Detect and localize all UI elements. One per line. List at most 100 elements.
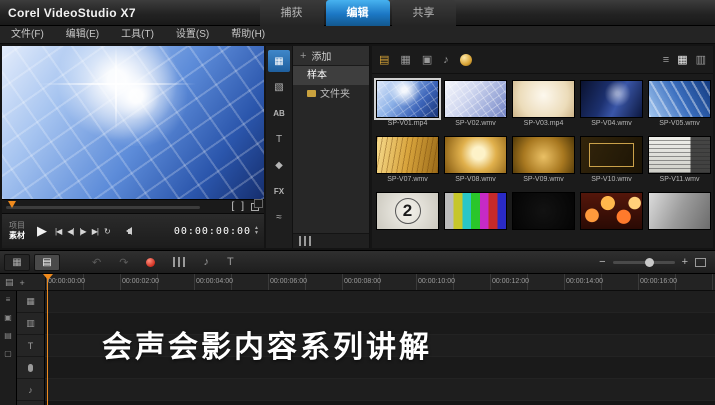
zoom-slider[interactable] <box>612 257 675 267</box>
nav-item-folder[interactable]: 文件夹 <box>293 85 369 104</box>
thumbnail-item[interactable]: SP-V01.mp4 <box>374 78 441 136</box>
zoom-slider-thumb[interactable] <box>644 257 654 267</box>
menu-help[interactable]: 帮助(H) <box>220 26 276 44</box>
home-button[interactable]: |◀ <box>55 227 62 236</box>
track-manager-icon[interactable]: ▤ <box>5 277 14 288</box>
mode-clip-button[interactable]: 素材 <box>9 231 25 241</box>
timecode-down-icon[interactable]: ▼ <box>254 231 259 236</box>
list-view-icon[interactable]: ≡ <box>663 54 669 66</box>
thumbnail-item[interactable] <box>512 192 575 248</box>
subtitle-editor-icon[interactable]: T <box>227 256 234 268</box>
undo-icon[interactable]: ↶ <box>92 256 101 269</box>
video-thumbnail[interactable] <box>374 78 441 120</box>
video-thumbnail[interactable] <box>444 80 507 118</box>
thumbnail-item[interactable] <box>444 192 507 248</box>
video-track-header[interactable]: ▦ <box>17 291 44 313</box>
photo-filter-icon[interactable]: ▣ <box>422 53 432 66</box>
scrubber-playhead[interactable] <box>8 201 16 208</box>
media-library-icon[interactable]: ▦ <box>268 50 290 72</box>
video-thumbnail[interactable] <box>580 80 643 118</box>
storyboard-view-button[interactable]: ▦ <box>4 253 30 271</box>
video-filter-icon[interactable]: ▦ <box>400 53 410 66</box>
title-icon[interactable]: T <box>268 128 290 150</box>
transition-icon[interactable]: AB <box>268 102 290 124</box>
all-media-filter-icon[interactable]: ▤ <box>379 53 389 66</box>
video-thumbnail[interactable] <box>512 80 575 118</box>
thumbnail-item[interactable]: SP-V08.wmv <box>444 136 507 192</box>
menu-file[interactable]: 文件(F) <box>0 26 55 44</box>
video-thumbnail[interactable] <box>444 192 507 230</box>
video-thumbnail[interactable]: 2 <box>376 192 439 230</box>
menu-settings[interactable]: 设置(S) <box>165 26 220 44</box>
instant-project-icon[interactable]: ▧ <box>268 76 290 98</box>
video-thumbnail[interactable] <box>580 136 643 174</box>
timeline-playhead-line[interactable] <box>47 274 48 405</box>
graphic-icon[interactable]: ◆ <box>268 154 290 176</box>
timeline-ruler[interactable]: ▤ + 00:00:00:00 00:00:02:00 00:00:04:00 … <box>0 274 715 291</box>
play-button[interactable]: ▶ <box>37 223 47 239</box>
rail-menu-icon[interactable]: ≡ <box>6 295 11 304</box>
scrubber-track[interactable] <box>6 206 200 209</box>
title-track-header[interactable]: T <box>17 335 44 357</box>
menu-tools[interactable]: 工具(T) <box>110 26 165 44</box>
nav-item-samples[interactable]: 样本 <box>293 66 369 85</box>
timeline-view-button[interactable]: ▤ <box>34 253 60 271</box>
motion-path-icon[interactable]: ≈ <box>268 206 290 228</box>
add-folder-button[interactable]: + 添加 <box>293 46 369 66</box>
thumbnail-item[interactable]: SP-V02.wmv <box>444 80 507 136</box>
rail-extra-icon[interactable]: ▢ <box>4 349 12 358</box>
detail-view-icon[interactable]: ▥ <box>696 53 706 66</box>
tab-capture[interactable]: 捕获 <box>259 0 324 26</box>
video-thumbnail[interactable] <box>648 192 711 230</box>
voice-track-header[interactable] <box>17 357 44 379</box>
thumbnail-item[interactable]: SP-V05.wmv <box>648 80 711 136</box>
menu-edit[interactable]: 编辑(E) <box>55 26 110 44</box>
thumbnail-item[interactable]: SP-V03.mp4 <box>512 80 575 136</box>
fit-timeline-icon[interactable] <box>695 257 706 267</box>
thumbnail-item[interactable] <box>648 192 711 248</box>
overlay-track-header[interactable]: ▥ <box>17 313 44 335</box>
next-frame-button[interactable]: |▶ <box>79 227 86 236</box>
timeline-playhead-handle[interactable] <box>43 274 53 280</box>
record-capture-icon[interactable] <box>146 257 156 267</box>
repeat-button[interactable]: ↻ <box>104 227 111 236</box>
thumbnail-item[interactable]: SP-V11.wmv <box>648 136 711 192</box>
thumbnail-item[interactable] <box>580 192 643 248</box>
add-track-icon[interactable]: + <box>20 278 25 288</box>
thumbnail-item[interactable]: SP-V07.wmv <box>376 136 439 192</box>
rail-select-icon[interactable]: ▣ <box>4 313 12 322</box>
video-track-row[interactable] <box>45 291 715 313</box>
zoom-out-icon[interactable]: − <box>599 256 605 268</box>
video-thumbnail[interactable] <box>580 192 643 230</box>
timecode-stepper[interactable]: ▲ ▼ <box>254 226 259 236</box>
rail-tracks-icon[interactable]: ▤ <box>4 331 12 340</box>
mark-in-button[interactable]: [ <box>231 200 234 214</box>
video-thumbnail[interactable] <box>376 136 439 174</box>
video-thumbnail[interactable] <box>444 136 507 174</box>
mode-project-button[interactable]: 项目 <box>9 221 25 231</box>
sound-mixer-icon[interactable] <box>173 257 186 267</box>
zoom-in-icon[interactable]: + <box>682 256 688 268</box>
video-thumbnail[interactable] <box>512 136 575 174</box>
options-icon[interactable] <box>299 236 311 246</box>
video-thumbnail[interactable] <box>648 80 711 118</box>
volume-icon[interactable] <box>122 227 132 235</box>
thumbnail-item[interactable]: SP-V10.wmv <box>580 136 643 192</box>
enlarge-preview-icon[interactable] <box>251 199 263 211</box>
grid-view-icon[interactable]: ▦ <box>677 53 687 66</box>
tab-edit[interactable]: 编辑 <box>325 0 390 26</box>
redo-icon[interactable]: ↷ <box>119 256 128 269</box>
music-track-header[interactable]: ♪ <box>17 379 44 401</box>
thumbnail-item[interactable]: 2 <box>376 192 439 248</box>
tab-share[interactable]: 共享 <box>391 0 456 26</box>
video-thumbnail[interactable] <box>648 136 711 174</box>
filter-icon[interactable]: FX <box>268 180 290 202</box>
end-button[interactable]: ▶| <box>92 227 99 236</box>
auto-music-icon[interactable]: ♪ <box>203 256 209 268</box>
thumbnail-item[interactable]: SP-V09.wmv <box>512 136 575 192</box>
thumbnail-item[interactable]: SP-V04.wmv <box>580 80 643 136</box>
audio-filter-icon[interactable]: ♪ <box>443 54 449 66</box>
previous-frame-button[interactable]: ◀| <box>67 227 74 236</box>
mark-out-button[interactable]: ] <box>241 200 244 214</box>
video-thumbnail[interactable] <box>512 192 575 230</box>
